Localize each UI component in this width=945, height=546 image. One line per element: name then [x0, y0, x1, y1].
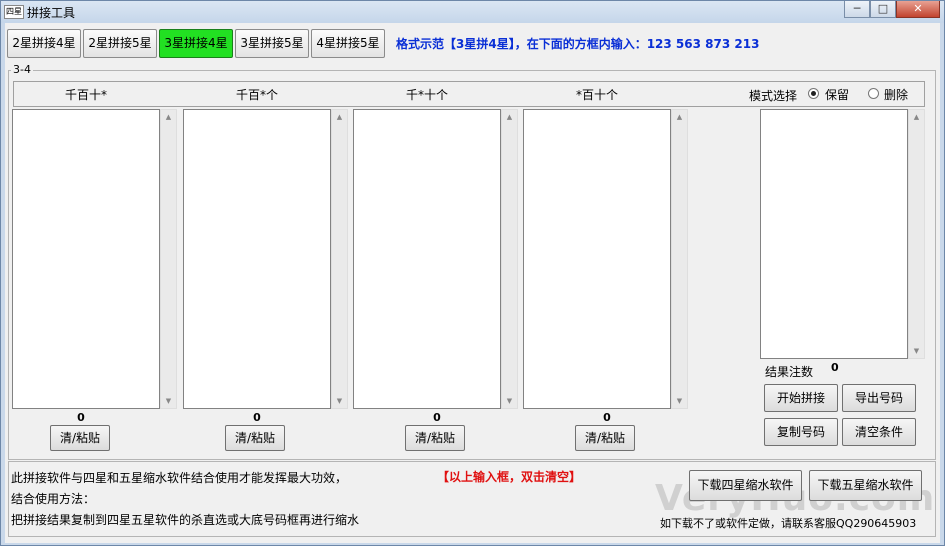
info-line-3: 把拼接结果复制到四星五星软件的杀直选或大底号码框再进行缩水 — [11, 513, 360, 527]
tab-3-to-4[interactable]: 3星拼接4星 — [159, 29, 233, 58]
column-title-2: 千百*个 — [235, 88, 278, 102]
clear-paste-button-4[interactable]: 清/粘贴 — [575, 425, 635, 451]
result-box[interactable] — [760, 109, 908, 359]
mode-keep-label[interactable]: 保留 — [825, 86, 849, 103]
contact-text: 如下载不了或软件定做，请联系客服QQ290645903 — [660, 517, 917, 530]
result-count-label: 结果注数 — [765, 365, 814, 379]
mode-label: 模式选择 — [749, 89, 798, 103]
tab-2-to-5[interactable]: 2星拼接5星 — [83, 29, 157, 58]
app-icon: 四星 — [4, 5, 24, 19]
scroll-down-icon[interactable]: ▼ — [672, 394, 687, 408]
scroll-down-icon[interactable]: ▼ — [502, 394, 517, 408]
clear-paste-button-3[interactable]: 清/粘贴 — [405, 425, 465, 451]
window-controls: ─ □ ✕ — [844, 1, 940, 19]
download-4star-button[interactable]: 下载四星缩水软件 — [689, 470, 802, 501]
tab-3-to-5[interactable]: 3星拼接5星 — [235, 29, 309, 58]
group-label: 3-4 — [11, 63, 33, 76]
tab-2-to-4[interactable]: 2星拼接4星 — [7, 29, 81, 58]
column-count-2: 0 — [253, 411, 261, 424]
format-hint: 格式示范【3星拼4星】，在下面的方框内输入：123 563 873 213 — [396, 37, 760, 51]
scroll-down-icon[interactable]: ▼ — [909, 344, 924, 358]
result-count: 0 — [831, 361, 839, 374]
double-click-hint: 【以上输入框，双击清空】 — [437, 470, 582, 484]
result-box-scrollbar[interactable]: ▲ ▼ — [908, 109, 925, 359]
close-button[interactable]: ✕ — [896, 1, 940, 18]
scroll-down-icon[interactable]: ▼ — [332, 394, 347, 408]
scroll-up-icon[interactable]: ▲ — [909, 110, 924, 124]
tab-4-to-5[interactable]: 4星拼接5星 — [311, 29, 385, 58]
input-box-4[interactable] — [523, 109, 671, 409]
client-area: 2星拼接4星 2星拼接5星 3星拼接4星 3星拼接5星 4星拼接5星 格式示范【… — [5, 23, 940, 543]
input-box-4-scrollbar[interactable]: ▲ ▼ — [671, 109, 688, 409]
mode-keep-radio[interactable] — [808, 88, 819, 99]
scroll-up-icon[interactable]: ▲ — [332, 110, 347, 124]
clear-paste-button-2[interactable]: 清/粘贴 — [225, 425, 285, 451]
input-box-1-scrollbar[interactable]: ▲ ▼ — [160, 109, 177, 409]
input-box-3[interactable] — [353, 109, 501, 409]
clear-conditions-button[interactable]: 清空条件 — [842, 418, 916, 446]
column-count-3: 0 — [433, 411, 441, 424]
info-line-2: 结合使用方法： — [11, 492, 96, 506]
scroll-up-icon[interactable]: ▲ — [672, 110, 687, 124]
info-line-1: 此拼接软件与四星和五星缩水软件结合使用才能发挥最大功效， — [11, 471, 348, 485]
export-numbers-button[interactable]: 导出号码 — [842, 384, 916, 412]
mode-delete-label[interactable]: 删除 — [884, 86, 908, 103]
input-box-2[interactable] — [183, 109, 331, 409]
column-title-3: 千*十个 — [405, 88, 448, 102]
input-box-3-scrollbar[interactable]: ▲ ▼ — [501, 109, 518, 409]
copy-numbers-button[interactable]: 复制号码 — [764, 418, 838, 446]
minimize-button[interactable]: ─ — [844, 1, 870, 18]
column-title-1: 千百十* — [64, 88, 107, 102]
scroll-down-icon[interactable]: ▼ — [161, 394, 176, 408]
input-box-2-scrollbar[interactable]: ▲ ▼ — [331, 109, 348, 409]
window-title: 拼接工具 — [27, 6, 76, 20]
scroll-up-icon[interactable]: ▲ — [502, 110, 517, 124]
column-title-4: *百十个 — [575, 88, 618, 102]
maximize-button[interactable]: □ — [870, 1, 896, 18]
scroll-up-icon[interactable]: ▲ — [161, 110, 176, 124]
download-5star-button[interactable]: 下载五星缩水软件 — [809, 470, 922, 501]
input-box-1[interactable] — [12, 109, 160, 409]
mode-delete-radio[interactable] — [868, 88, 879, 99]
clear-paste-button-1[interactable]: 清/粘贴 — [50, 425, 110, 451]
column-count-1: 0 — [77, 411, 85, 424]
app-window: 四星 拼接工具 ─ □ ✕ 2星拼接4星 2星拼接5星 3星拼接4星 3星拼接5… — [0, 0, 945, 546]
column-count-4: 0 — [603, 411, 611, 424]
start-join-button[interactable]: 开始拼接 — [764, 384, 838, 412]
title-bar[interactable]: 四星 拼接工具 ─ □ ✕ — [1, 1, 944, 23]
